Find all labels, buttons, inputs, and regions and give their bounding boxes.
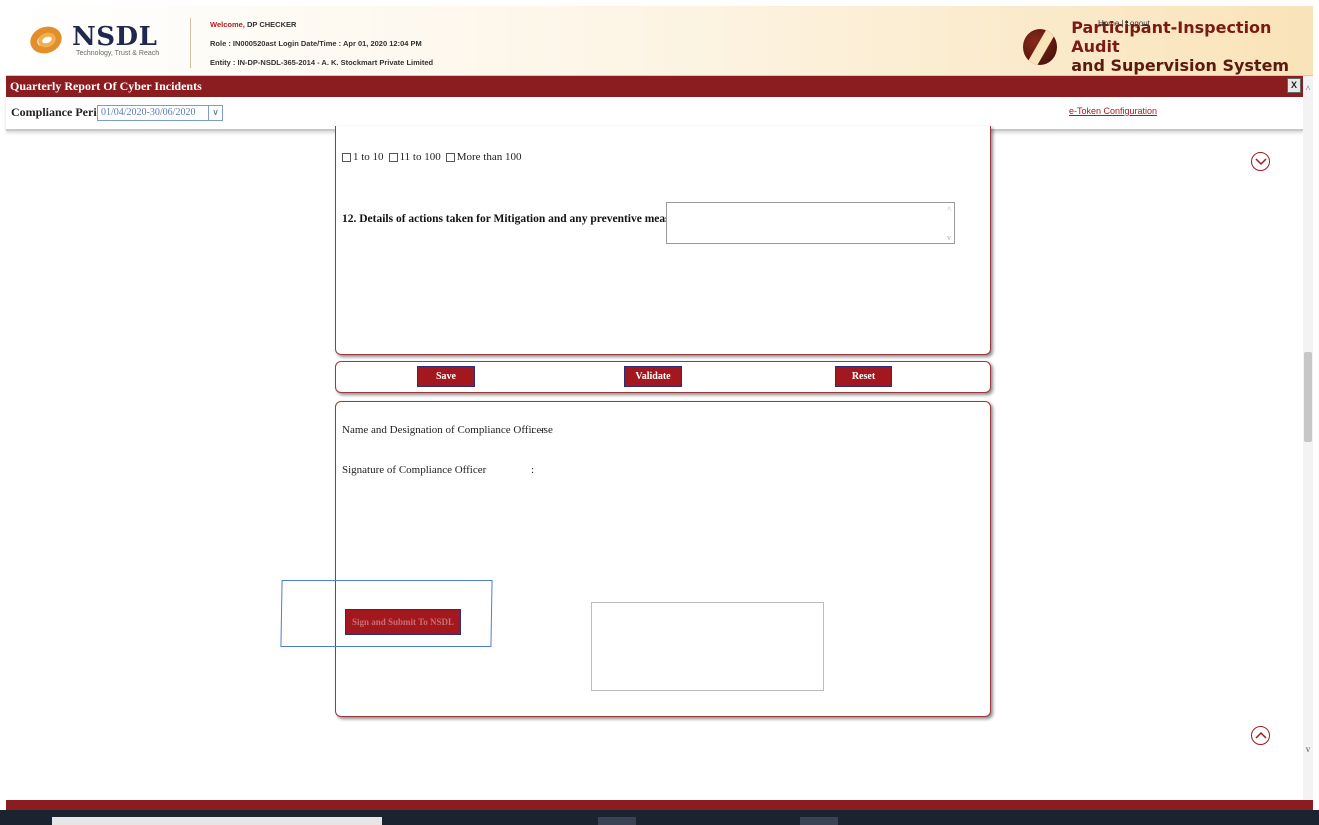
textarea-scroll-down-icon[interactable]: v	[947, 233, 951, 242]
top-links: Home | Logout	[1098, 19, 1150, 28]
option-1-to-10[interactable]: 1 to 10	[342, 151, 384, 163]
scroll-thumb[interactable]	[1304, 352, 1312, 442]
taskbar-app-icon[interactable]	[598, 817, 636, 825]
officer-name-value: -se	[540, 424, 553, 436]
signature-colon: :	[531, 464, 535, 476]
home-link[interactable]: Home	[1098, 19, 1119, 28]
validate-button[interactable]: Validate	[624, 366, 682, 387]
scroll-to-top-button[interactable]	[1251, 726, 1270, 745]
checkbox[interactable]	[445, 152, 455, 162]
textarea-scroll-up-icon[interactable]: ^	[947, 204, 951, 216]
question-panel: 1 to 10 11 to 100 More than 100 12. Deta…	[335, 126, 991, 355]
officer-name-colon: :	[531, 424, 535, 436]
scroll-to-bottom-button[interactable]	[1251, 152, 1270, 171]
role-line: Role : IN000520ast Login Date/Time : Apr…	[210, 39, 422, 48]
save-button[interactable]: Save	[417, 366, 475, 387]
header-divider	[190, 18, 191, 68]
entity-line: Entity : IN-DP-NSDL-365-2014 - A. K. Sto…	[210, 58, 434, 67]
page-title: Quarterly Report Of Cyber Incidents	[10, 79, 202, 93]
report-titlebar: Quarterly Report Of Cyber Incidents X	[6, 76, 1303, 97]
officer-name-label: Name and Designation of Compliance Offic…	[342, 424, 545, 436]
sign-submit-button[interactable]: Sign and Submit To NSDL	[345, 609, 461, 635]
compliance-officer-panel: Name and Designation of Compliance Offic…	[335, 401, 991, 717]
action-button-panel: Save Validate Reset	[335, 361, 991, 393]
footer-bar	[6, 800, 1313, 810]
logo-name: NSDL	[72, 21, 158, 52]
etoken-config-link[interactable]: e-Token Configuration	[1069, 106, 1157, 116]
nsdl-logo-icon	[26, 22, 66, 58]
app-brand: Participant-Inspection Audit and Supervi…	[1023, 18, 1313, 75]
logo-tagline: Technology, Trust & Reach	[76, 49, 160, 57]
close-button[interactable]: X	[1287, 78, 1301, 93]
welcome-label: Welcome,	[210, 20, 245, 29]
chevron-down-icon: ∨	[208, 106, 222, 120]
signature-label: Signature of Compliance Officer	[342, 464, 487, 476]
compliance-period-value: 01/04/2020-30/06/2020	[101, 107, 196, 118]
option-11-to-100[interactable]: 11 to 100	[388, 151, 441, 163]
taskbar-app-icon[interactable]	[800, 817, 838, 825]
logout-link[interactable]: Logout	[1125, 19, 1149, 28]
scroll-up-arrow-icon[interactable]: ^	[1303, 84, 1313, 94]
user-name: DP CHECKER	[246, 20, 297, 29]
page-scrollbar[interactable]: ^ v	[1303, 76, 1313, 800]
checkbox[interactable]	[388, 152, 398, 162]
taskbar-search-box[interactable]	[52, 817, 382, 825]
brand-title-line2: and Supervision System	[1071, 56, 1290, 75]
checkbox[interactable]	[342, 152, 351, 162]
incident-count-options: 1 to 10 11 to 100 More than 100	[342, 151, 521, 163]
signature-box	[591, 602, 824, 691]
option-more-than-100[interactable]: More than 100	[445, 151, 521, 163]
mitigation-details-textarea[interactable]: ^ v	[666, 202, 955, 244]
brand-icon	[1023, 28, 1058, 65]
chevron-down-icon	[1255, 158, 1267, 166]
user-info: Welcome, DP CHECKER Role : IN000520ast L…	[210, 15, 433, 72]
chevron-up-icon	[1255, 731, 1267, 739]
nsdl-logo: NSDL Technology, Trust & Reach	[26, 21, 160, 58]
scroll-down-arrow-icon[interactable]: v	[1303, 744, 1313, 754]
compliance-period-select[interactable]: 01/04/2020-30/06/2020 ∨	[97, 105, 223, 121]
reset-button[interactable]: Reset	[835, 366, 892, 387]
app-header: NSDL Technology, Trust & Reach Welcome, …	[6, 6, 1313, 76]
